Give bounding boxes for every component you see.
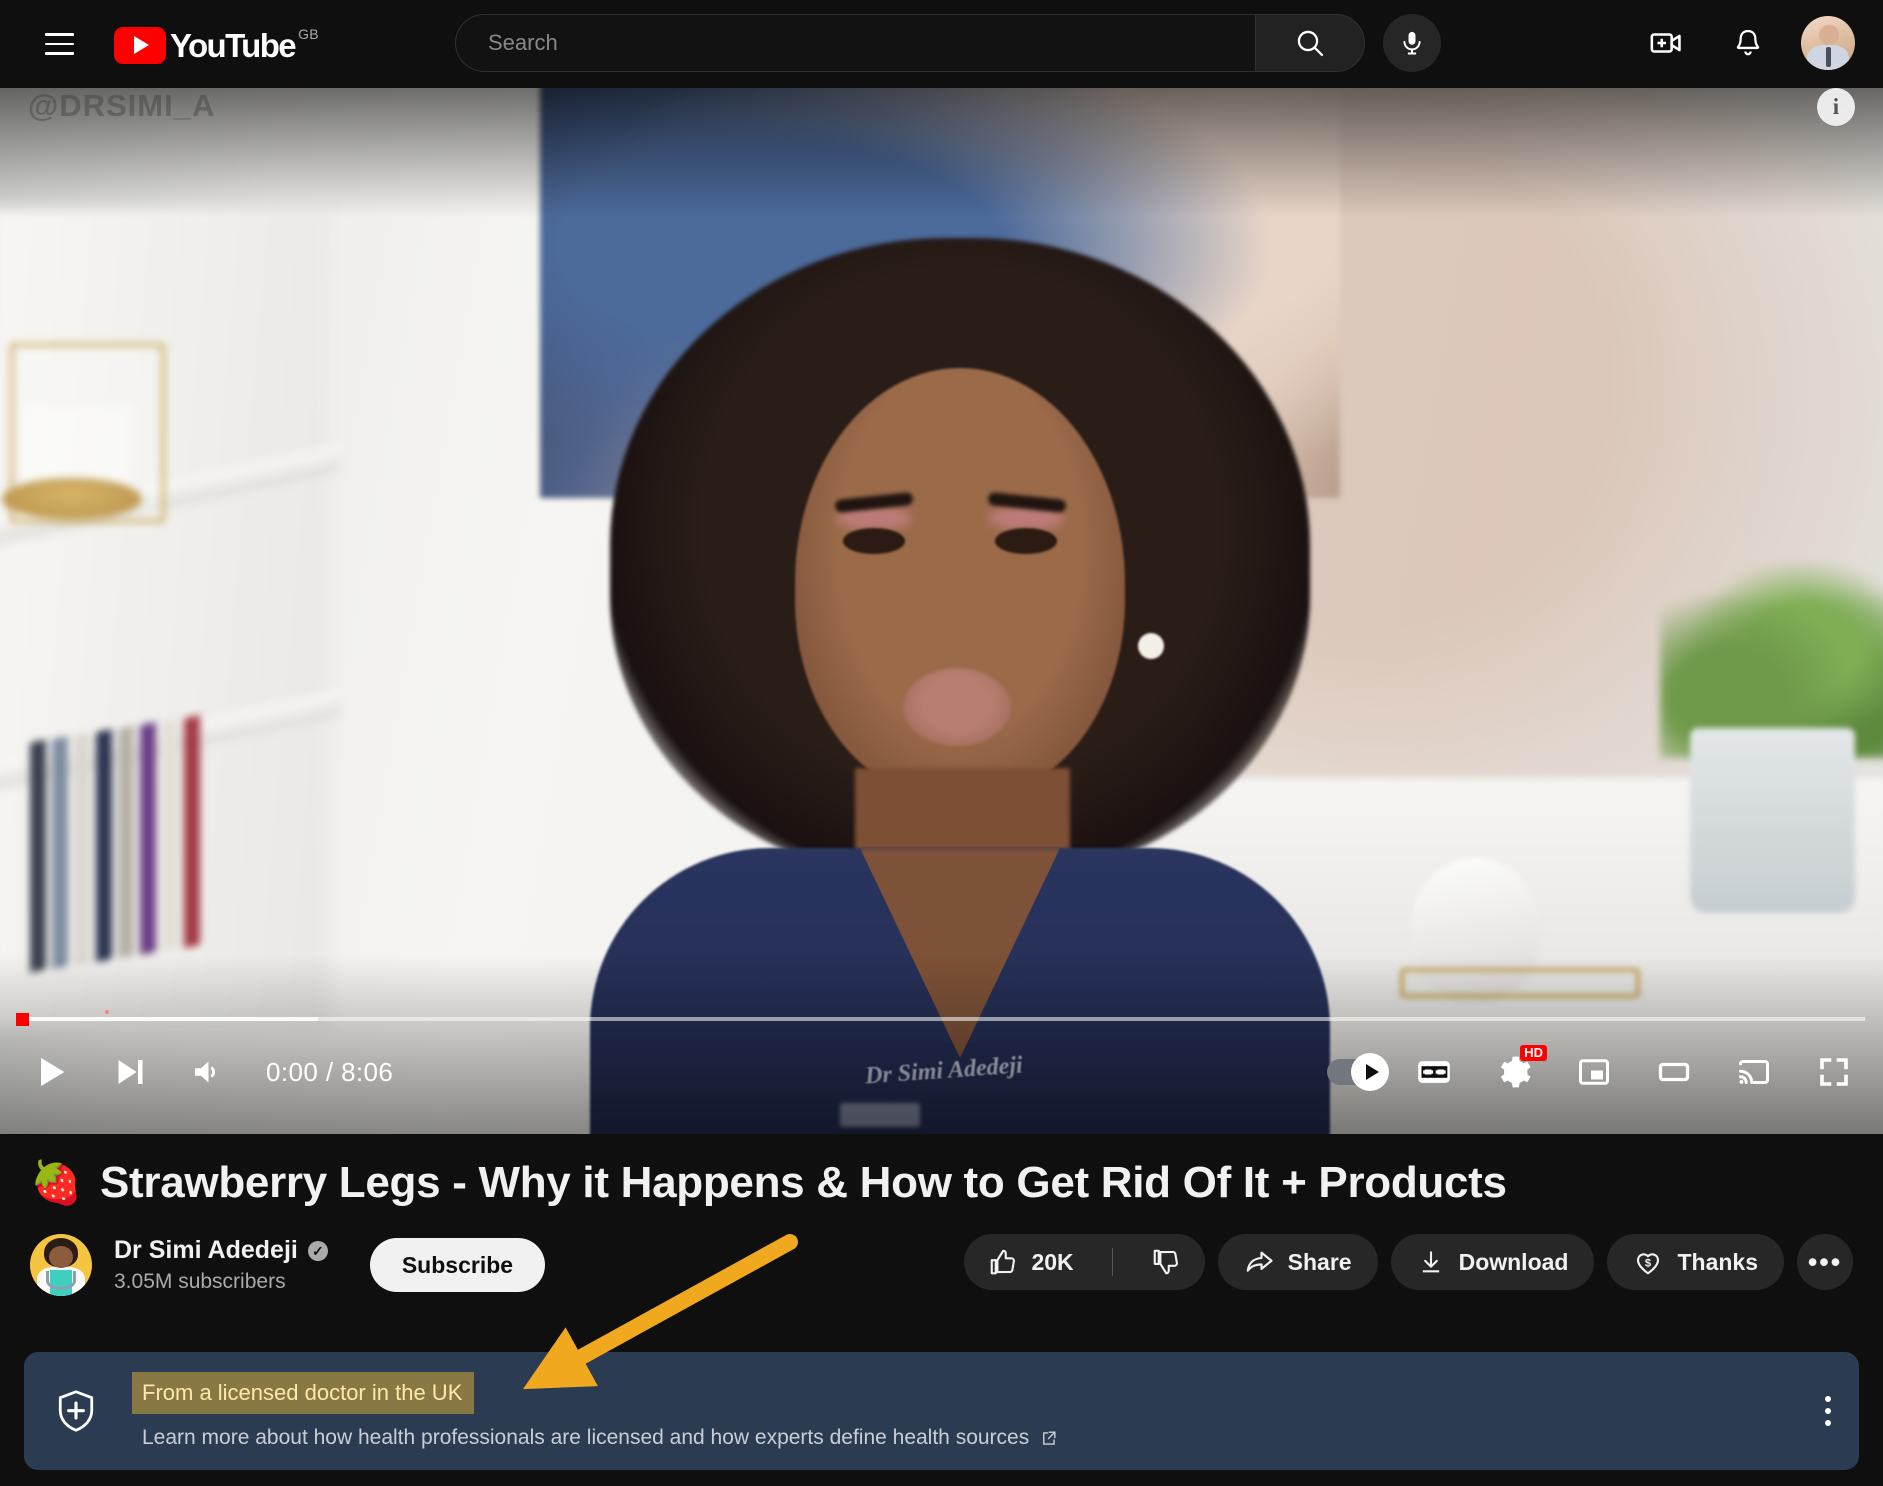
masthead-left: YouTube GB (0, 15, 319, 73)
miniplayer-button[interactable] (1559, 1037, 1629, 1107)
strawberry-emoji: 🍓 (30, 1159, 82, 1206)
like-button[interactable]: 20K (964, 1234, 1097, 1290)
closed-captions-icon (1418, 1061, 1450, 1083)
player-controls: 0:00 / 8:06 HD (0, 1032, 1883, 1112)
subscribe-button[interactable]: Subscribe (369, 1238, 546, 1292)
volume-icon (195, 1061, 215, 1083)
theater-mode-icon (1658, 1062, 1690, 1082)
heart-dollar-icon: $ (1637, 1253, 1660, 1275)
create-video-icon (1650, 33, 1681, 53)
banner-more-options-button[interactable] (1825, 1396, 1831, 1426)
video-info-button[interactable]: i (1817, 88, 1855, 126)
next-video-icon (118, 1060, 143, 1084)
miniplayer-icon (1579, 1059, 1609, 1085)
youtube-logo[interactable]: YouTube GB (114, 25, 319, 64)
shield-icon (52, 1388, 100, 1434)
play-icon (41, 1057, 65, 1087)
channel-owner-row: Dr Simi Adedeji 3.05M subscribers Subscr… (30, 1234, 546, 1296)
youtube-country-code: GB (298, 25, 319, 42)
more-actions-button[interactable]: ••• (1797, 1234, 1853, 1290)
external-link-icon (1043, 1430, 1056, 1445)
video-player[interactable]: Dr Simi Adedeji @DRSIMI_A i 0:00 / 8:06 … (0, 88, 1883, 1134)
share-label: Share (1287, 1248, 1352, 1275)
share-button[interactable]: Share (1217, 1234, 1378, 1290)
youtube-logo-text: YouTube (170, 26, 297, 64)
banner-text-block: From a licensed doctor in the UK Learn m… (132, 1372, 1058, 1450)
volume-button[interactable] (172, 1037, 242, 1107)
svg-text:$: $ (1645, 1257, 1652, 1269)
action-divider (1111, 1248, 1113, 1276)
search-input[interactable]: Search (455, 14, 1255, 72)
play-button[interactable] (16, 1037, 86, 1107)
channel-name-text: Dr Simi Adedeji (114, 1236, 298, 1264)
fullscreen-icon (1820, 1058, 1848, 1086)
cast-button[interactable] (1719, 1037, 1789, 1107)
download-icon (1422, 1251, 1439, 1273)
video-subject: Dr Simi Adedeji (590, 238, 1330, 1134)
theater-mode-button[interactable] (1639, 1037, 1709, 1107)
cast-icon (1739, 1060, 1769, 1084)
youtube-play-icon (114, 26, 166, 64)
voice-search-button[interactable] (1383, 14, 1441, 72)
page-title: 🍓 Strawberry Legs - Why it Happens & How… (30, 1158, 1507, 1208)
dislike-button[interactable] (1127, 1234, 1205, 1290)
video-title-text: Strawberry Legs - Why it Happens & How t… (100, 1158, 1507, 1207)
video-actions-row: 20K Share Download $ Thanks ••• (964, 1234, 1853, 1290)
hamburger-menu-icon[interactable] (30, 15, 88, 73)
like-count: 20K (1031, 1248, 1074, 1275)
captions-button[interactable] (1399, 1037, 1469, 1107)
banner-subtext: Learn more about how health professional… (142, 1426, 1030, 1449)
verified-badge-icon (307, 1240, 328, 1261)
search-button[interactable] (1255, 14, 1365, 72)
avatar[interactable] (1801, 16, 1855, 70)
progress-scrubber[interactable] (16, 1013, 29, 1026)
channel-avatar[interactable] (30, 1234, 92, 1296)
subscriber-count: 3.05M subscribers (114, 1270, 286, 1293)
bell-icon (1736, 29, 1760, 56)
thanks-button[interactable]: $ Thanks (1607, 1234, 1784, 1290)
fullscreen-button[interactable] (1799, 1037, 1869, 1107)
download-button[interactable]: Download (1390, 1234, 1595, 1290)
channel-name[interactable]: Dr Simi Adedeji (114, 1236, 328, 1265)
masthead-right (1637, 14, 1855, 72)
share-icon (1246, 1251, 1273, 1272)
search-placeholder: Search (488, 30, 558, 55)
thumbs-down-icon (1153, 1249, 1178, 1275)
banner-subtext-row[interactable]: Learn more about how health professional… (142, 1426, 1058, 1450)
health-info-banner[interactable]: From a licensed doctor in the UK Learn m… (24, 1352, 1859, 1470)
notifications-button[interactable] (1719, 14, 1777, 72)
video-frame-background: Dr Simi Adedeji (0, 88, 1883, 1134)
next-video-button[interactable] (94, 1037, 164, 1107)
hd-badge: HD (1520, 1045, 1547, 1061)
masthead: YouTube GB Search (0, 0, 1883, 88)
download-label: Download (1458, 1248, 1569, 1275)
settings-button[interactable]: HD (1479, 1037, 1549, 1107)
thanks-label: Thanks (1677, 1248, 1758, 1275)
microphone-icon (1403, 31, 1421, 55)
time-display: 0:00 / 8:06 (266, 1056, 394, 1087)
more-actions-label: ••• (1807, 1246, 1843, 1277)
autoplay-toggle[interactable] (1327, 1053, 1389, 1091)
create-video-button[interactable] (1637, 14, 1695, 72)
thumbs-up-icon (991, 1249, 1016, 1275)
progress-bar[interactable] (0, 1010, 1883, 1026)
banner-highlight-text: From a licensed doctor in the UK (132, 1372, 475, 1414)
video-meta-section: 🍓 Strawberry Legs - Why it Happens & How… (0, 1134, 1883, 1486)
like-dislike-group: 20K (964, 1234, 1205, 1290)
search-icon (1297, 30, 1324, 57)
search-area: Search (455, 14, 1441, 72)
channel-watermark: @DRSIMI_A (28, 88, 216, 123)
